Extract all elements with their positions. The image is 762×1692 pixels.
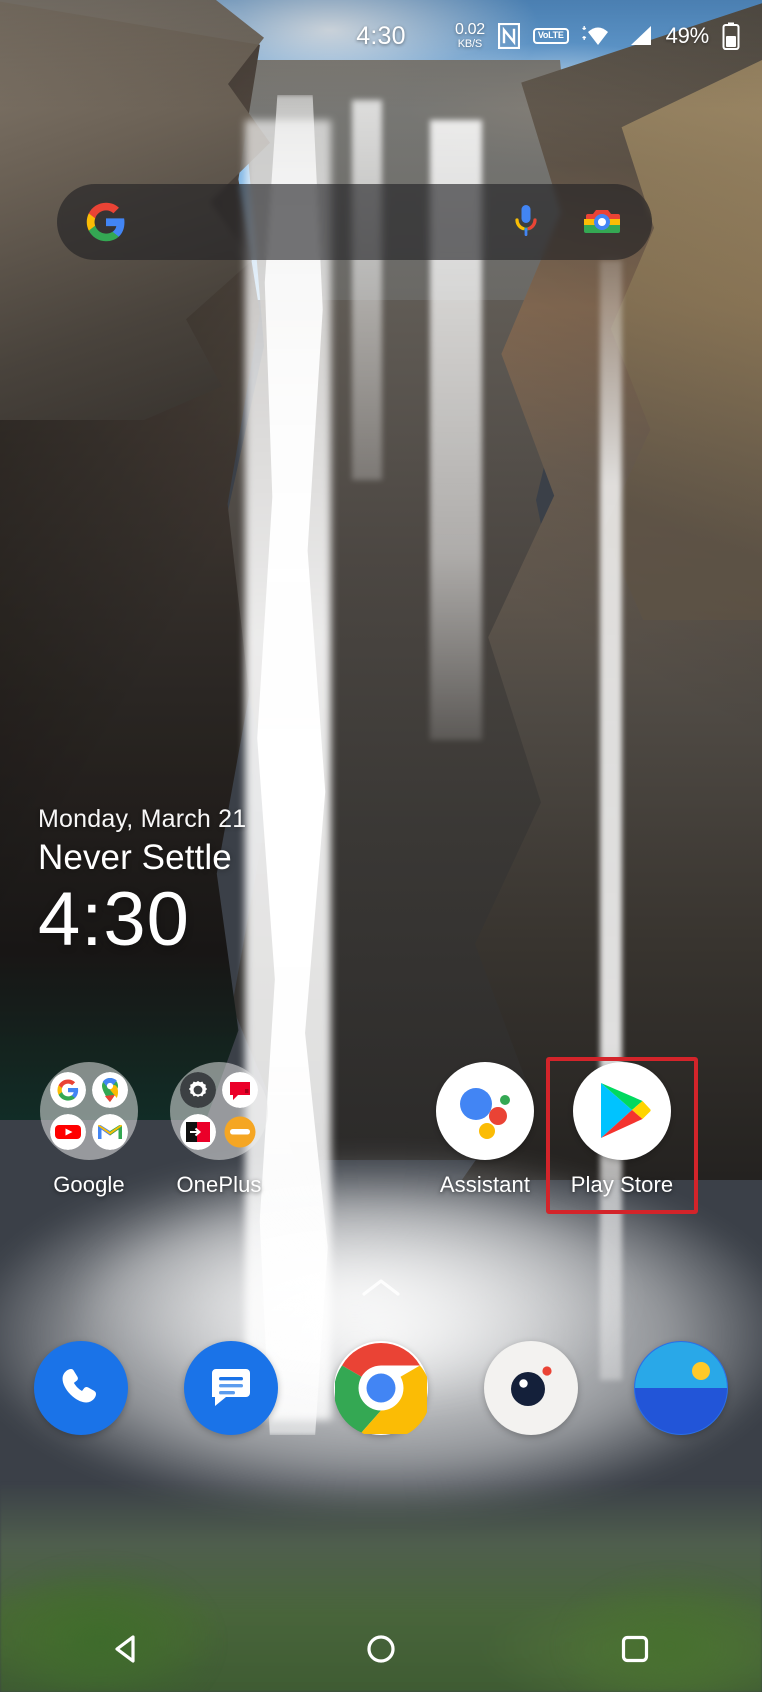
volte-label-top: Vo [537,30,549,41]
status-bar[interactable]: 4:30 0.02 KB/S Vo LTE 49% [0,0,762,72]
app-assistant[interactable]: Assistant [409,1062,561,1198]
home-screen-app-row: Google OnePlus Assistant Play Store [0,1062,762,1227]
messages-icon[interactable] [184,1341,278,1435]
volte-label-bottom: LTE [548,30,564,41]
app-play-store-label: Play Store [570,1172,674,1197]
volte-icon: Vo LTE [532,28,569,44]
nfc-icon [497,23,520,49]
battery-icon [722,22,740,50]
back-triangle-icon[interactable] [87,1623,167,1675]
folder-oneplus[interactable]: OnePlus [143,1062,295,1198]
zen-mode-icon [222,1114,258,1150]
app-play-store[interactable]: Play Store [546,1062,698,1198]
navigation-bar [0,1606,762,1692]
status-bar-icons: 0.02 KB/S Vo LTE 49% [455,22,740,50]
camera-icon[interactable] [484,1341,578,1435]
network-speed-value: 0.02 [454,21,485,38]
home-circle-icon[interactable] [341,1623,421,1675]
network-speed-unit: KB/S [457,38,483,50]
settings-gear-icon [180,1072,217,1109]
app-assistant-label: Assistant [439,1172,531,1197]
gallery-photos-icon[interactable] [634,1341,728,1435]
folder-oneplus-preview[interactable] [170,1062,268,1160]
google-search-icon [50,1072,87,1109]
folder-oneplus-label: OnePlus [176,1172,262,1197]
wifi-icon [581,23,614,49]
clock-date-label: Monday, March 21 [38,805,247,833]
clock-widget[interactable]: Monday, March 21 Never Settle 4:30 [38,805,246,961]
battery-percent-label: 49% [665,23,710,48]
community-message-icon [221,1072,258,1109]
folder-google-preview[interactable] [40,1062,138,1160]
google-lens-camera-icon[interactable] [582,202,622,242]
google-g-icon[interactable] [85,201,127,243]
google-search-widget[interactable] [57,184,652,260]
clock-time-label: 4:30 [38,877,190,962]
folder-google-label: Google [53,1172,125,1197]
dock [0,1338,762,1438]
wallpaper-upper-waterfall [352,100,382,480]
microphone-icon[interactable] [510,201,542,243]
status-bar-clock: 4:30 [356,21,406,50]
recents-square-icon[interactable] [595,1623,675,1675]
chrome-icon[interactable] [334,1341,428,1435]
chevron-up-icon[interactable] [359,1275,403,1301]
google-maps-icon [91,1072,128,1109]
gmail-icon [91,1113,128,1150]
network-speed-indicator: 0.02 KB/S [455,22,485,50]
android-home-screen: 4:30 0.02 KB/S Vo LTE 49% Monday, March … [0,0,762,1692]
youtube-icon [50,1113,87,1150]
clock-tagline-label: Never Settle [38,838,232,877]
google-play-store-icon[interactable] [573,1062,671,1160]
google-assistant-icon[interactable] [436,1062,534,1160]
phone-icon[interactable] [34,1341,128,1435]
switch-transfer-icon [180,1113,217,1150]
cellular-signal-icon [627,24,653,48]
